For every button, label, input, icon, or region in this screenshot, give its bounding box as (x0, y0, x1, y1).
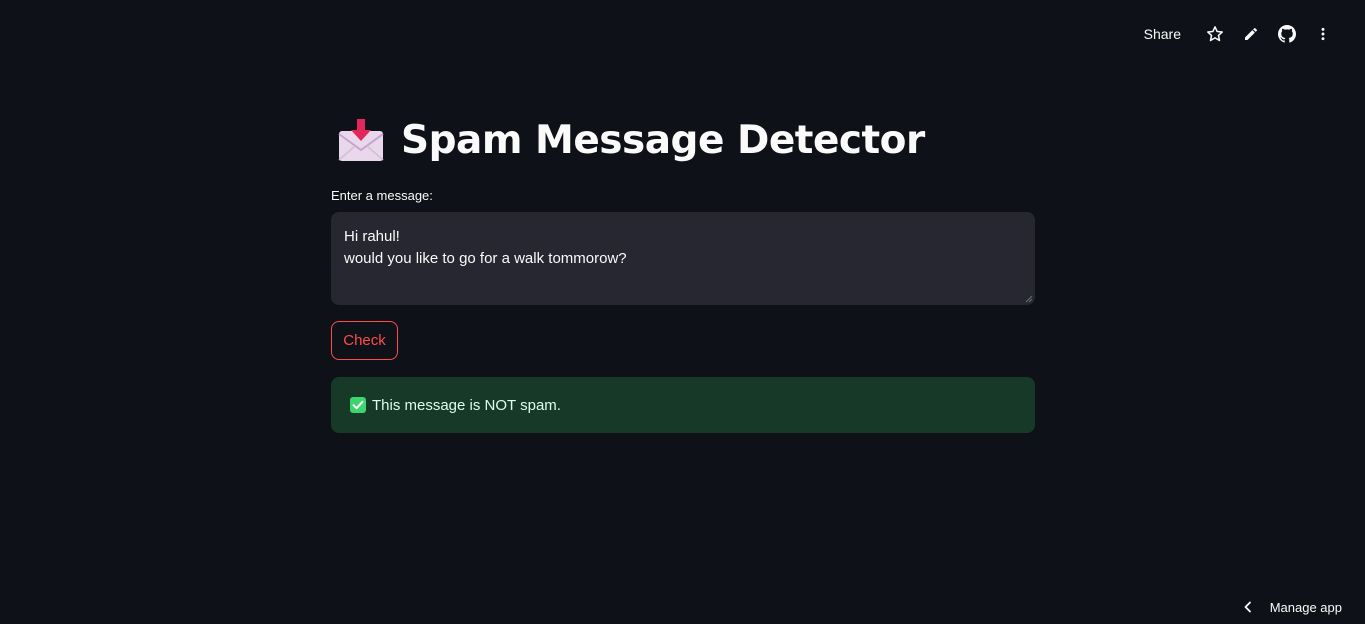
more-menu-button[interactable] (1305, 22, 1341, 46)
star-icon (1207, 26, 1223, 42)
message-input[interactable]: Hi rahul! would you like to go for a wal… (331, 212, 1035, 305)
github-icon (1278, 25, 1296, 43)
page-title: Spam Message Detector (401, 118, 925, 163)
result-success-alert: This message is NOT spam. (331, 377, 1035, 433)
message-input-value: Hi rahul! would you like to go for a wal… (344, 228, 627, 267)
manage-app-label: Manage app (1269, 599, 1342, 615)
check-mark-button-icon (350, 397, 366, 413)
edit-button[interactable] (1233, 22, 1269, 46)
app-root: Share Spam Message Detector Enter a mess… (0, 0, 1365, 624)
check-button[interactable]: Check (331, 321, 398, 360)
title-row: Spam Message Detector (331, 112, 1035, 170)
result-text: This message is NOT spam. (372, 396, 561, 414)
chevron-left-icon (1244, 601, 1251, 613)
main-content: Spam Message Detector Enter a message: H… (331, 112, 1035, 433)
incoming-envelope-icon (337, 117, 385, 165)
more-vertical-icon (1321, 27, 1325, 41)
pencil-icon (1245, 27, 1258, 40)
resize-handle-icon[interactable] (1025, 295, 1033, 303)
share-button[interactable]: Share (1138, 23, 1187, 45)
message-input-label: Enter a message: (331, 188, 433, 203)
github-button[interactable] (1269, 22, 1305, 46)
star-button[interactable] (1197, 22, 1233, 46)
manage-app-button[interactable]: Manage app (1242, 598, 1342, 616)
top-toolbar: Share (1138, 22, 1341, 46)
